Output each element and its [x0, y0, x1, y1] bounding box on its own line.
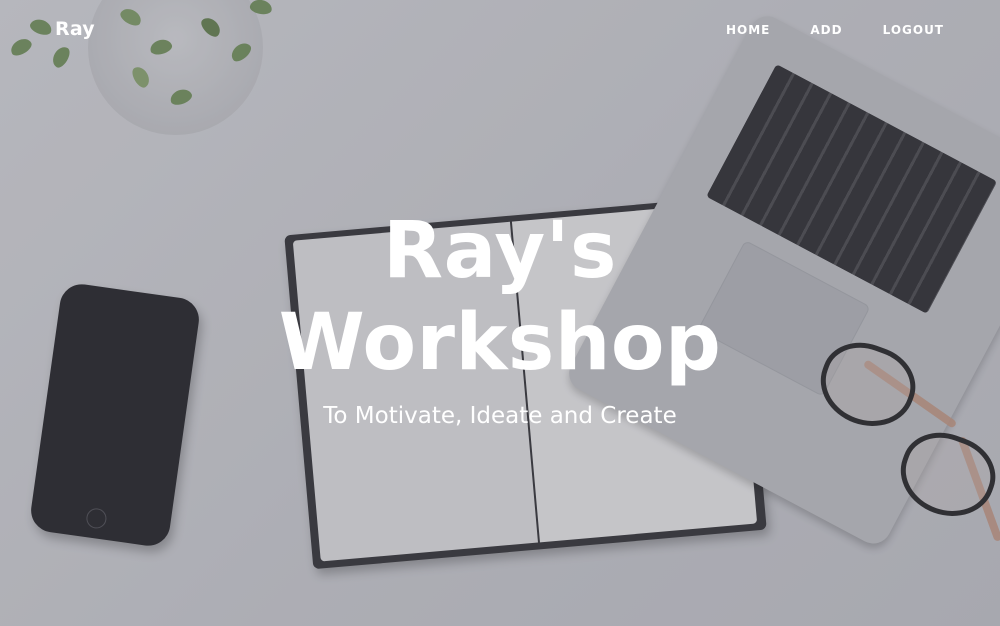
nav-logout-link[interactable]: LOGOUT: [883, 23, 944, 37]
top-navigation: Ray HOME ADD LOGOUT: [0, 0, 1000, 62]
page-title-line-1: Ray's: [383, 206, 617, 296]
nav-add-link[interactable]: ADD: [810, 23, 842, 37]
hero-header: Ray's Workshop To Motivate, Ideate and C…: [0, 205, 1000, 429]
nav-links: HOME ADD LOGOUT: [726, 23, 944, 37]
page-subtitle: To Motivate, Ideate and Create: [323, 403, 677, 429]
brand-link[interactable]: Ray: [55, 18, 95, 40]
page-title-line-2: Workshop: [278, 298, 722, 388]
nav-home-link[interactable]: HOME: [726, 23, 770, 37]
page-title: Ray's Workshop: [0, 205, 1000, 389]
